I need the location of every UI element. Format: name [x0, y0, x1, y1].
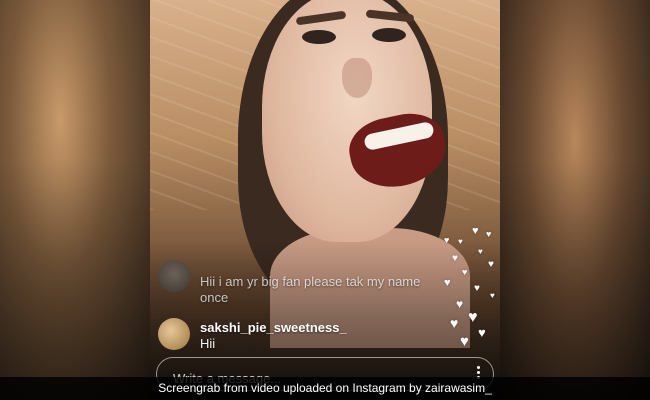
heart-icon: ♥	[444, 277, 451, 289]
heart-icon: ♥	[458, 237, 463, 246]
heart-icon: ♥	[472, 225, 479, 237]
heart-icon: ♥	[450, 315, 459, 331]
avatar[interactable]	[158, 318, 190, 350]
blurred-left-background	[0, 0, 150, 400]
heart-icon: ♥	[488, 259, 494, 270]
heart-icon: ♥	[468, 309, 478, 326]
heart-icon: ♥	[486, 229, 492, 239]
comment-text: Hii	[200, 336, 216, 351]
screenshot-frame: Hii i am yr big fan please tak my name o…	[0, 0, 650, 400]
comment-text: Hii i am yr big fan please tak my name o…	[200, 274, 421, 305]
left-eye	[302, 30, 336, 44]
comment-username[interactable]: sakshi_pie_sweetness_	[200, 320, 347, 335]
heart-icon: ♥	[452, 253, 458, 264]
heart-icon: ♥	[460, 333, 469, 350]
blurred-right-background	[500, 0, 650, 400]
floating-hearts: ♥ ♥ ♥ ♥ ♥ ♥ ♥ ♥ ♥ ♥ ♥ ♥ ♥ ♥ ♥ ♥	[438, 224, 500, 364]
heart-icon: ♥	[474, 283, 480, 294]
heart-icon: ♥	[444, 235, 450, 245]
nose	[342, 58, 372, 98]
right-eye	[372, 28, 406, 42]
heart-icon: ♥	[456, 297, 464, 311]
heart-icon: ♥	[478, 325, 486, 340]
live-video-stream: Hii i am yr big fan please tak my name o…	[150, 0, 500, 400]
caption-bar: Screengrab from video uploaded on Instag…	[0, 377, 650, 400]
heart-icon: ♥	[490, 291, 495, 300]
avatar[interactable]	[158, 260, 190, 292]
photo-caption: Screengrab from video uploaded on Instag…	[158, 381, 492, 395]
heart-icon: ♥	[478, 247, 483, 256]
heart-icon: ♥	[462, 267, 468, 277]
